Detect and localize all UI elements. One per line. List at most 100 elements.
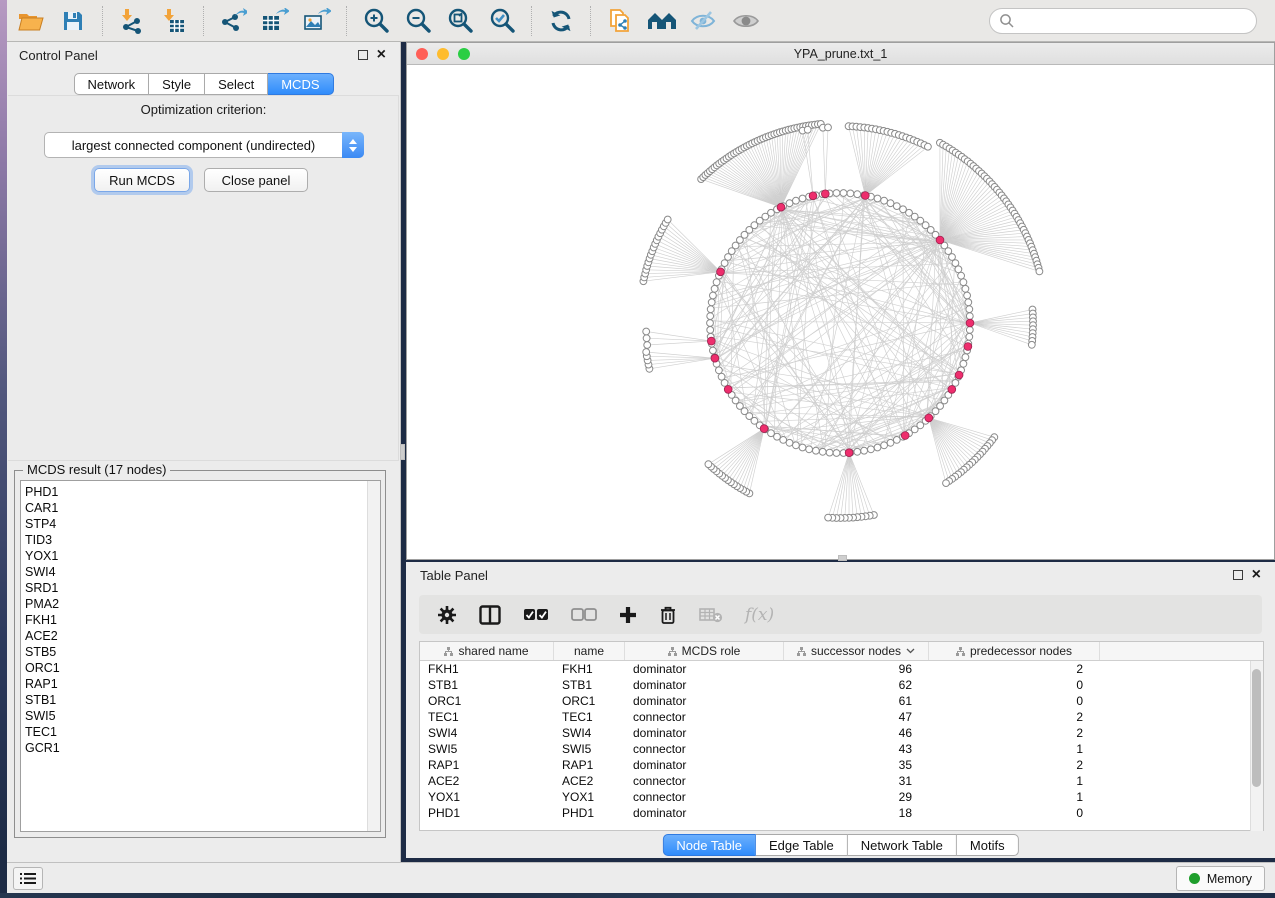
optimization-criterion-select[interactable]: largest connected component (undirected) — [44, 132, 364, 158]
close-panel-button[interactable]: Close panel — [204, 168, 308, 192]
cell-empty[interactable] — [1100, 693, 1263, 709]
cell-shared_name[interactable]: RAP1 — [420, 757, 554, 773]
zoom-selected-button[interactable] — [487, 7, 517, 35]
first-neighbors-button[interactable] — [647, 7, 677, 35]
cell-empty[interactable] — [1100, 789, 1263, 805]
mcds-result-item[interactable]: SWI4 — [25, 564, 380, 580]
table-row[interactable]: ACE2ACE2connector311 — [420, 773, 1263, 789]
cell-shared_name[interactable]: PHD1 — [420, 805, 554, 821]
cell-name[interactable]: YOX1 — [554, 789, 625, 805]
network-canvas[interactable] — [407, 65, 1274, 559]
float-panel-icon[interactable] — [1233, 570, 1243, 580]
cell-predecessors[interactable]: 2 — [929, 661, 1100, 677]
mcds-result-list[interactable]: PHD1CAR1STP4TID3YOX1SWI4SRD1PMA2FKH1ACE2… — [20, 480, 381, 832]
cell-successors[interactable]: 43 — [784, 741, 929, 757]
cell-predecessors[interactable]: 2 — [929, 757, 1100, 773]
mcds-result-item[interactable]: STB5 — [25, 644, 380, 660]
column-header-shared-name[interactable]: shared name — [420, 642, 554, 660]
column-header-successor-nodes[interactable]: successor nodes — [784, 642, 929, 660]
table-row[interactable]: TEC1TEC1connector472 — [420, 709, 1263, 725]
cell-empty[interactable] — [1100, 677, 1263, 693]
cell-role[interactable]: dominator — [625, 677, 784, 693]
zoom-fit-button[interactable] — [445, 7, 475, 35]
close-panel-icon[interactable]: × — [1252, 570, 1261, 580]
zoom-in-button[interactable] — [361, 7, 391, 35]
tab-network[interactable]: Network — [73, 73, 149, 95]
cell-successors[interactable]: 47 — [784, 709, 929, 725]
table-scrollbar[interactable] — [1250, 661, 1263, 831]
column-header-predecessor-nodes[interactable]: predecessor nodes — [929, 642, 1100, 660]
cell-shared_name[interactable]: YOX1 — [420, 789, 554, 805]
close-panel-icon[interactable]: × — [377, 50, 386, 60]
cell-successors[interactable]: 96 — [784, 661, 929, 677]
cell-role[interactable]: dominator — [625, 661, 784, 677]
tab-node-table[interactable]: Node Table — [662, 834, 756, 856]
table-row[interactable]: SWI4SWI4dominator462 — [420, 725, 1263, 741]
show-columns-button[interactable] — [479, 605, 501, 625]
cell-shared_name[interactable]: SWI5 — [420, 741, 554, 757]
cell-successors[interactable]: 31 — [784, 773, 929, 789]
network-window-titlebar[interactable]: YPA_prune.txt_1 — [407, 43, 1274, 65]
mcds-result-item[interactable]: PHD1 — [25, 484, 380, 500]
mcds-result-item[interactable]: ACE2 — [25, 628, 380, 644]
refresh-button[interactable] — [546, 7, 576, 35]
cell-successors[interactable]: 35 — [784, 757, 929, 773]
cell-empty[interactable] — [1100, 709, 1263, 725]
mcds-list-scrollbar[interactable] — [367, 481, 380, 831]
cell-name[interactable]: SWI4 — [554, 725, 625, 741]
export-image-button[interactable] — [302, 7, 332, 35]
cell-name[interactable]: ORC1 — [554, 693, 625, 709]
table-row[interactable]: ORC1ORC1dominator610 — [420, 693, 1263, 709]
mcds-result-item[interactable]: STB1 — [25, 692, 380, 708]
function-builder-button[interactable]: f(x) — [745, 605, 774, 625]
search-input[interactable] — [989, 8, 1257, 34]
cell-successors[interactable]: 61 — [784, 693, 929, 709]
column-header-MCDS-role[interactable]: MCDS role — [625, 642, 784, 660]
cell-predecessors[interactable]: 1 — [929, 773, 1100, 789]
table-row[interactable]: FKH1FKH1dominator962 — [420, 661, 1263, 677]
save-session-button[interactable] — [58, 7, 88, 35]
cell-successors[interactable]: 62 — [784, 677, 929, 693]
node-table[interactable]: shared namenameMCDS rolesuccessor nodesp… — [419, 641, 1264, 831]
table-row[interactable]: SWI5SWI5connector431 — [420, 741, 1263, 757]
deselect-all-button[interactable] — [571, 608, 597, 622]
mcds-result-item[interactable]: GCR1 — [25, 740, 380, 756]
tab-edge-table[interactable]: Edge Table — [756, 834, 848, 856]
cell-role[interactable]: connector — [625, 773, 784, 789]
cell-predecessors[interactable]: 2 — [929, 709, 1100, 725]
column-header-name[interactable]: name — [554, 642, 625, 660]
table-row[interactable]: STB1STB1dominator620 — [420, 677, 1263, 693]
table-options-button[interactable] — [437, 605, 457, 625]
cell-successors[interactable]: 29 — [784, 789, 929, 805]
cell-role[interactable]: connector — [625, 709, 784, 725]
mcds-result-item[interactable]: YOX1 — [25, 548, 380, 564]
cell-empty[interactable] — [1100, 773, 1263, 789]
run-mcds-button[interactable]: Run MCDS — [94, 168, 190, 192]
cell-predecessors[interactable]: 0 — [929, 677, 1100, 693]
cell-shared_name[interactable]: FKH1 — [420, 661, 554, 677]
cell-empty[interactable] — [1100, 725, 1263, 741]
scrollbar-thumb[interactable] — [1252, 669, 1261, 787]
show-all-button[interactable] — [731, 7, 761, 35]
cell-role[interactable]: dominator — [625, 757, 784, 773]
cell-predecessors[interactable]: 0 — [929, 805, 1100, 821]
float-panel-icon[interactable] — [358, 50, 368, 60]
table-row[interactable]: PHD1PHD1dominator180 — [420, 805, 1263, 821]
export-table-button[interactable] — [260, 7, 290, 35]
delete-column-button[interactable] — [659, 605, 677, 625]
cell-name[interactable]: RAP1 — [554, 757, 625, 773]
cell-role[interactable]: connector — [625, 789, 784, 805]
table-row[interactable]: RAP1RAP1dominator352 — [420, 757, 1263, 773]
cell-predecessors[interactable]: 1 — [929, 741, 1100, 757]
cell-name[interactable]: ACE2 — [554, 773, 625, 789]
export-network-button[interactable] — [218, 7, 248, 35]
open-file-button[interactable] — [16, 7, 46, 35]
cell-shared_name[interactable]: STB1 — [420, 677, 554, 693]
horizontal-splitter-handle[interactable] — [838, 555, 847, 561]
cell-empty[interactable] — [1100, 757, 1263, 773]
cell-shared_name[interactable]: ACE2 — [420, 773, 554, 789]
cell-role[interactable]: dominator — [625, 805, 784, 821]
import-network-button[interactable] — [117, 7, 147, 35]
delete-table-button[interactable] — [699, 607, 723, 623]
cell-predecessors[interactable]: 2 — [929, 725, 1100, 741]
